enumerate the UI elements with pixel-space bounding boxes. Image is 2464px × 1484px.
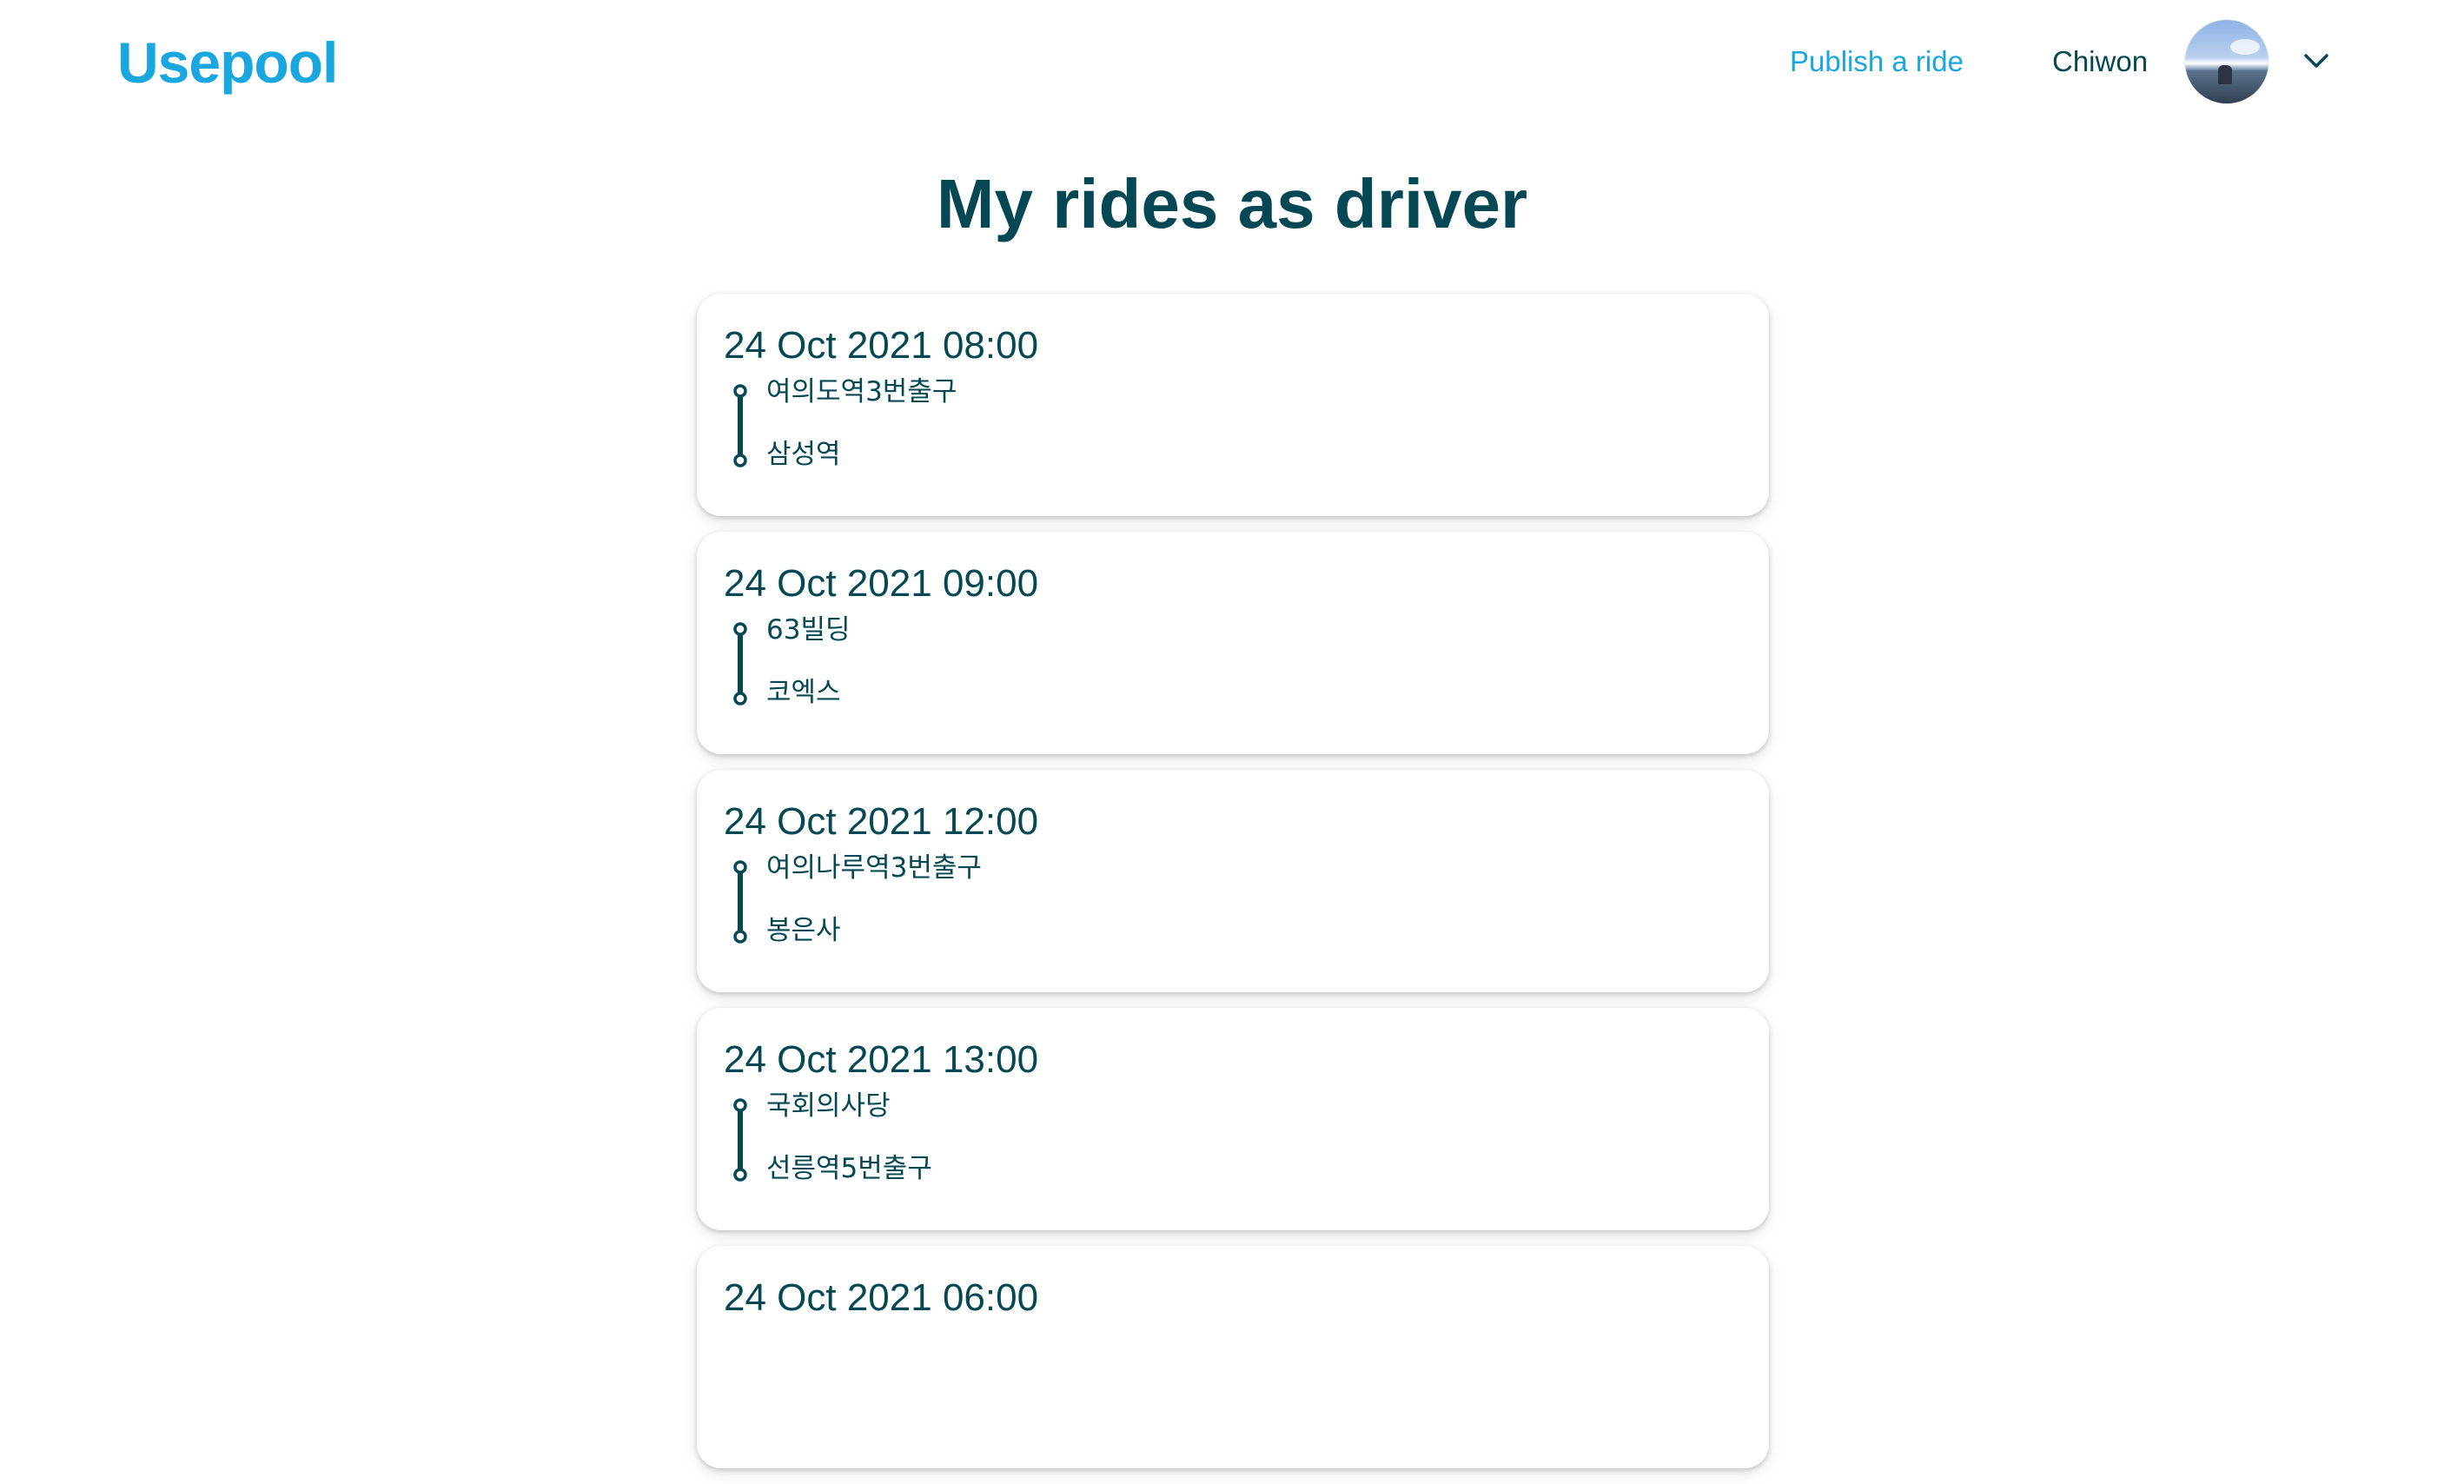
ride-origin: 여의나루역3번출구 bbox=[766, 852, 982, 884]
publish-ride-link[interactable]: Publish a ride bbox=[1790, 42, 1964, 82]
route-line-icon bbox=[733, 622, 747, 706]
route-line-icon bbox=[733, 384, 747, 467]
user-name[interactable]: Chiwon bbox=[2052, 42, 2148, 82]
ride-origin: 여의도역3번출구 bbox=[766, 376, 957, 407]
ride-card[interactable]: 24 Oct 2021 06:00 bbox=[697, 1246, 1769, 1468]
avatar-person bbox=[2218, 65, 2232, 84]
ride-card[interactable]: 24 Oct 2021 09:00 63빌딩 코엑스 bbox=[697, 532, 1769, 754]
route-line-icon bbox=[733, 1098, 747, 1182]
ride-destination: 삼성역 bbox=[766, 439, 841, 470]
ride-destination: 봉은사 bbox=[766, 915, 841, 946]
logo[interactable]: Usepool bbox=[117, 26, 338, 99]
ride-datetime: 24 Oct 2021 09:00 bbox=[724, 562, 1039, 605]
ride-card[interactable]: 24 Oct 2021 12:00 여의나루역3번출구 봉은사 bbox=[697, 770, 1769, 992]
avatar-cloud bbox=[2230, 39, 2260, 55]
ride-origin: 국회의사당 bbox=[766, 1090, 891, 1122]
chevron-down-icon[interactable] bbox=[2299, 43, 2334, 78]
ride-origin: 63빌딩 bbox=[766, 614, 851, 646]
rides-list: 24 Oct 2021 08:00 여의도역3번출구 삼성역 24 Oct 20… bbox=[697, 294, 1769, 1484]
ride-card[interactable]: 24 Oct 2021 08:00 여의도역3번출구 삼성역 bbox=[697, 294, 1769, 516]
avatar[interactable] bbox=[2185, 20, 2269, 103]
page-title: My rides as driver bbox=[936, 165, 1528, 242]
ride-card[interactable]: 24 Oct 2021 13:00 국회의사당 선릉역5번출구 bbox=[697, 1008, 1769, 1230]
ride-datetime: 24 Oct 2021 06:00 bbox=[724, 1276, 1039, 1319]
ride-datetime: 24 Oct 2021 08:00 bbox=[724, 324, 1039, 367]
ride-datetime: 24 Oct 2021 13:00 bbox=[724, 1038, 1039, 1081]
ride-destination: 선릉역5번출구 bbox=[766, 1153, 932, 1184]
ride-destination: 코엑스 bbox=[766, 677, 841, 708]
top-nav: Usepool Publish a ride Chiwon bbox=[0, 0, 2464, 130]
ride-datetime: 24 Oct 2021 12:00 bbox=[724, 800, 1039, 843]
route-line-icon bbox=[733, 860, 747, 944]
